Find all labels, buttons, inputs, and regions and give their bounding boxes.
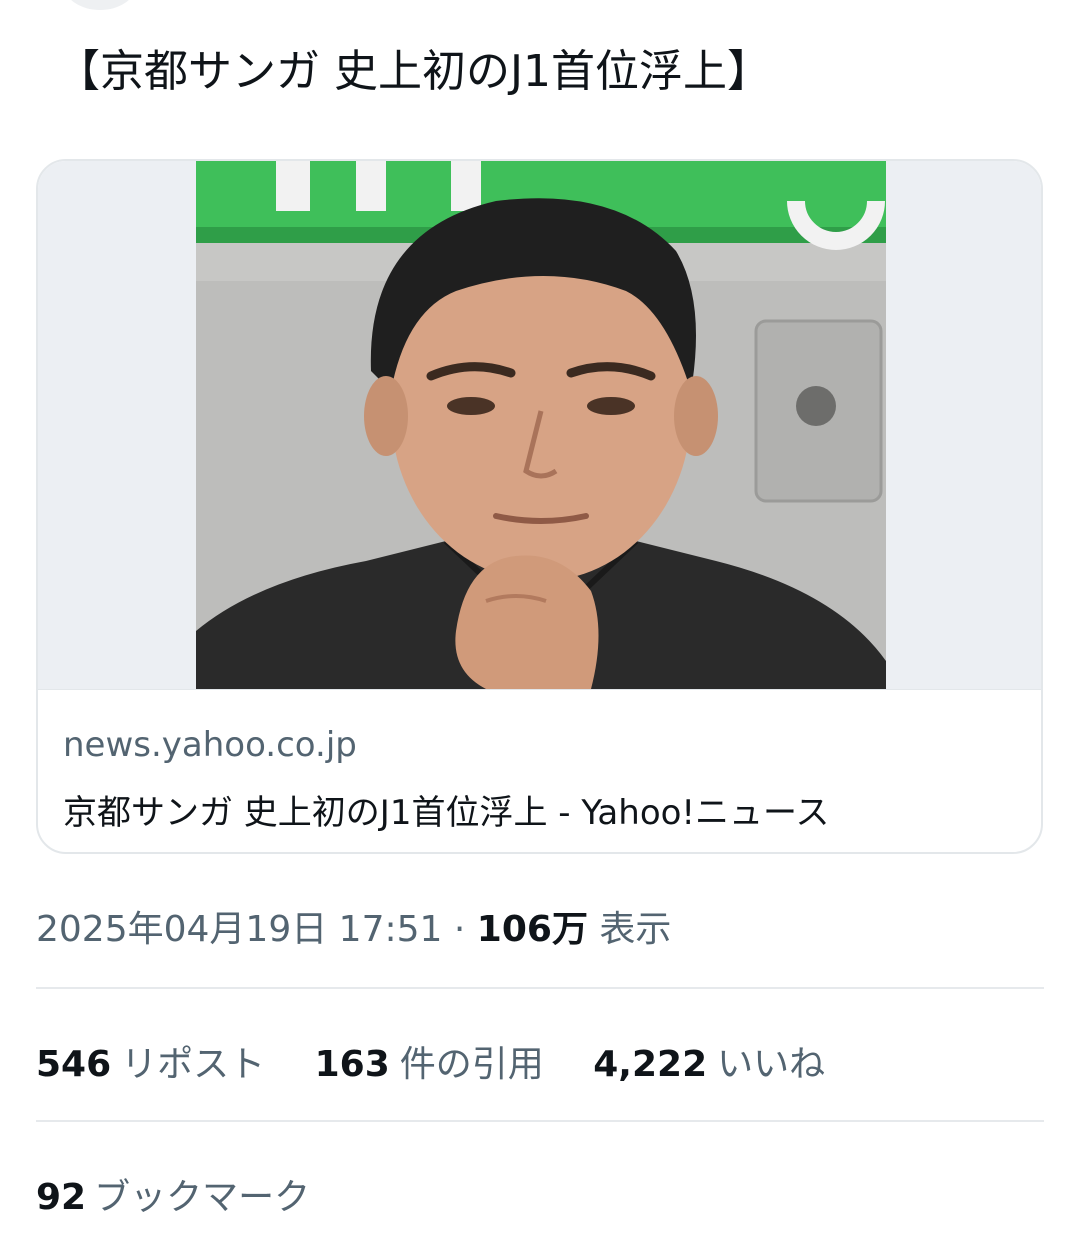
divider — [36, 1120, 1044, 1122]
reposts-count: 546 — [36, 1044, 112, 1085]
divider — [36, 987, 1044, 989]
likes-label: いいね — [717, 1044, 826, 1085]
avatar[interactable] — [64, 0, 136, 10]
bookmarks-count: 92 — [36, 1177, 87, 1218]
likes-stat[interactable]: 4,222 いいね — [593, 1044, 825, 1085]
timestamp[interactable]: 2025年04月19日 17:51 — [36, 909, 442, 950]
reposts-stat[interactable]: 546 リポスト — [36, 1044, 265, 1085]
views-label[interactable]: 表示 — [599, 909, 671, 950]
quotes-count: 163 — [314, 1044, 390, 1085]
card-title[interactable]: 京都サンガ 史上初のJ1首位浮上 - Yahoo!ニュース — [63, 785, 829, 834]
likes-count: 4,222 — [593, 1044, 708, 1085]
quotes-stat[interactable]: 163 件の引用 — [315, 1044, 544, 1085]
reposts-label: リポスト — [121, 1044, 266, 1085]
tweet-meta: 2025年04月19日 17:51 · 106万 表示 — [36, 900, 671, 952]
bookmarks-label: ブックマーク — [94, 1177, 311, 1218]
link-card[interactable]: news.yahoo.co.jp 京都サンガ 史上初のJ1首位浮上 - Yaho… — [36, 159, 1043, 854]
card-photo — [196, 161, 886, 689]
quotes-label: 件の引用 — [399, 1044, 544, 1085]
engagement-stats: 546 リポスト 163 件の引用 4,222 いいね — [36, 1035, 863, 1087]
meta-dot: · — [453, 909, 466, 950]
card-media[interactable] — [38, 161, 1041, 689]
card-divider — [38, 689, 1041, 690]
views-count[interactable]: 106万 — [477, 909, 588, 950]
card-domain[interactable]: news.yahoo.co.jp — [63, 725, 357, 765]
tweet-text: 【京都サンガ 史上初のJ1首位浮上】 — [56, 46, 771, 97]
bookmarks-stat[interactable]: 92 ブックマーク — [36, 1168, 310, 1220]
